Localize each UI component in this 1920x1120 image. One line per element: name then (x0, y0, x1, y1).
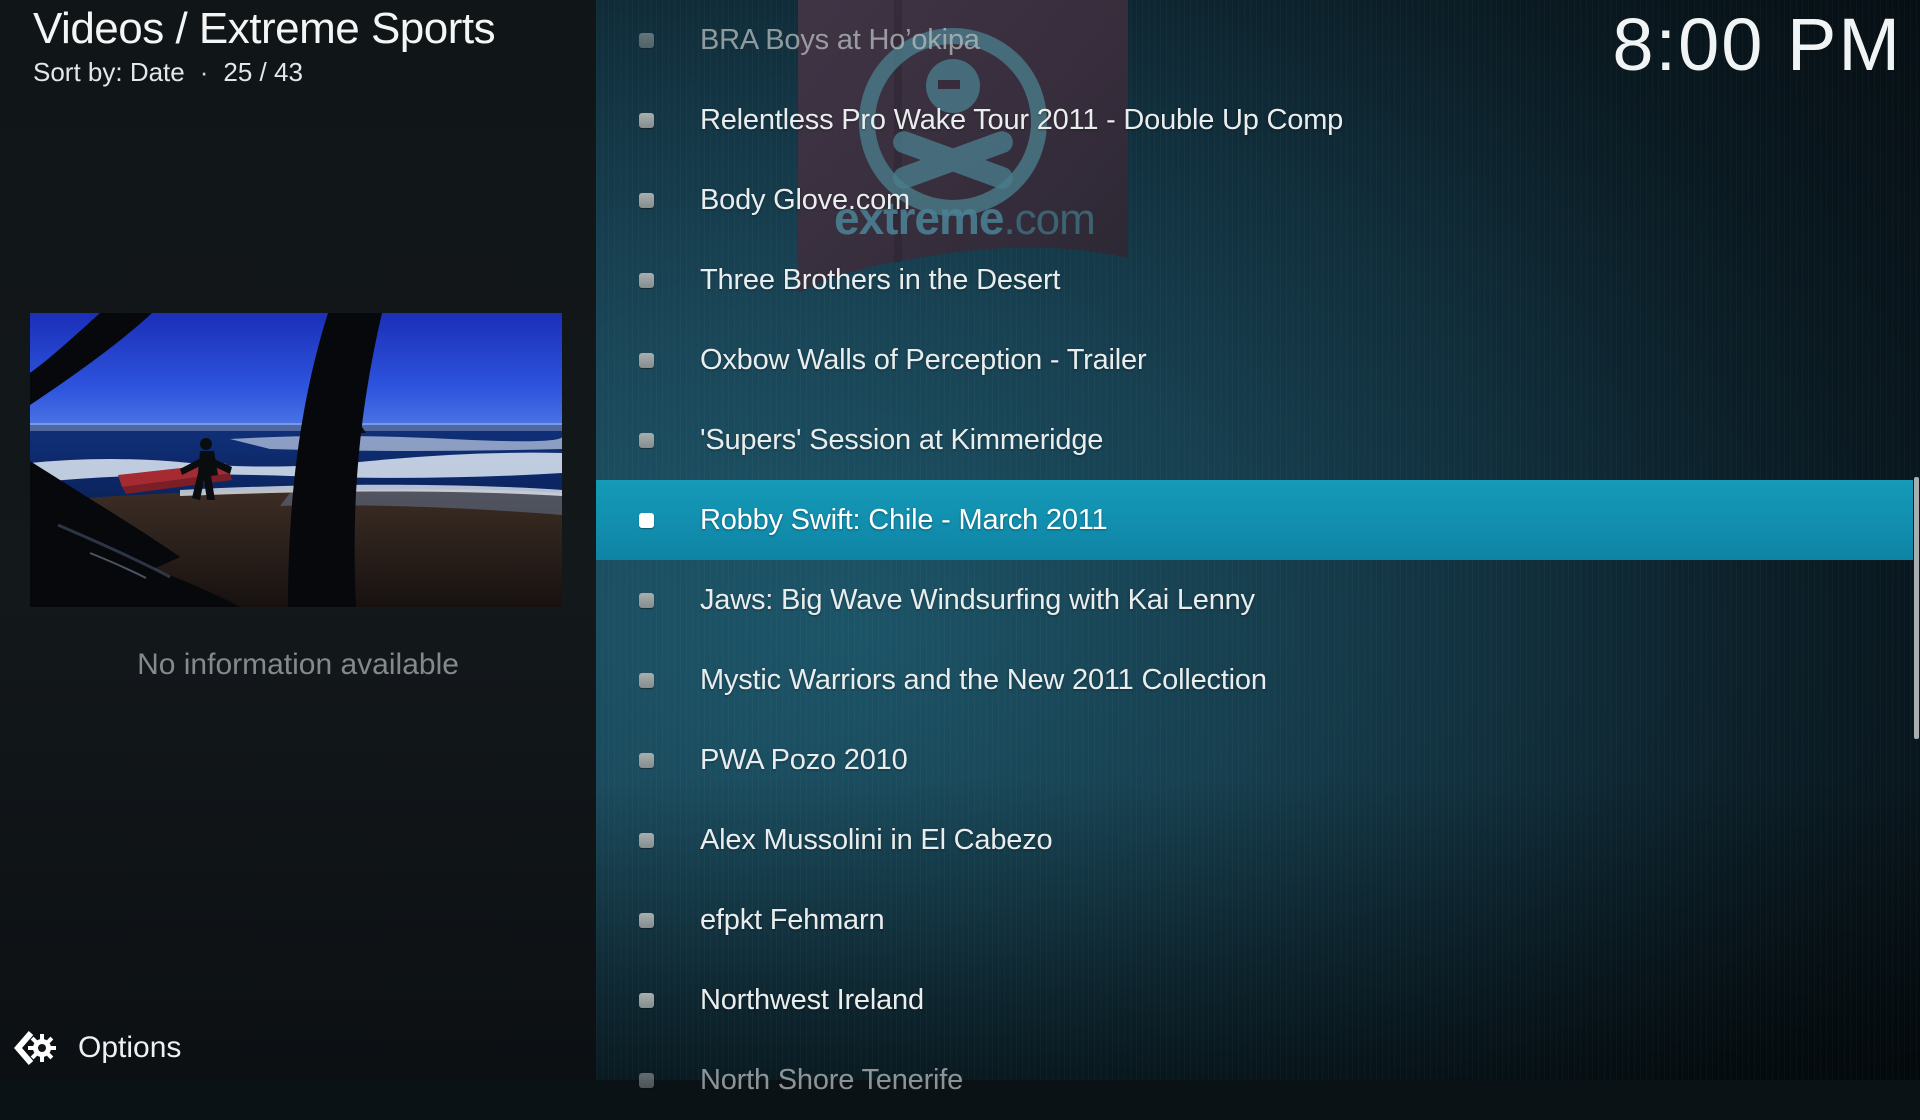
item-bullet-icon (639, 1073, 654, 1088)
item-bullet-icon (639, 993, 654, 1008)
item-bullet-icon (639, 753, 654, 768)
item-bullet-icon (639, 513, 654, 528)
list-item[interactable]: Robby Swift: Chile - March 2011 (596, 480, 1913, 560)
item-label: Robby Swift: Chile - March 2011 (700, 504, 1108, 537)
item-label: 'Supers' Session at Kimmeridge (700, 424, 1103, 457)
item-bullet-icon (639, 833, 654, 848)
clock: 8:00 PM (1612, 2, 1902, 87)
page-title: Videos / Extreme Sports (33, 4, 495, 54)
options-button[interactable]: Options (12, 1023, 181, 1073)
list-item[interactable]: North Shore Tenerife (596, 1040, 1913, 1120)
list-item[interactable]: Alex Mussolini in El Cabezo (596, 800, 1913, 880)
item-bullet-icon (639, 113, 654, 128)
item-label: PWA Pozo 2010 (700, 744, 908, 777)
item-bullet-icon (639, 33, 654, 48)
sort-line: Sort by: Date · 25 / 43 (33, 57, 303, 88)
item-label: North Shore Tenerife (700, 1064, 963, 1097)
item-bullet-icon (639, 193, 654, 208)
item-label: Relentless Pro Wake Tour 2011 - Double U… (700, 104, 1343, 137)
video-thumbnail (30, 313, 562, 607)
item-label: Northwest Ireland (700, 984, 924, 1017)
list-item[interactable]: efpkt Fehmarn (596, 880, 1913, 960)
separator-dot: · (200, 57, 209, 88)
item-label: efpkt Fehmarn (700, 904, 884, 937)
info-panel: Videos / Extreme Sports Sort by: Date · … (0, 0, 596, 1080)
item-label: Jaws: Big Wave Windsurfing with Kai Lenn… (700, 584, 1255, 617)
list-item[interactable]: 'Supers' Session at Kimmeridge (596, 400, 1913, 480)
list-item[interactable]: PWA Pozo 2010 (596, 720, 1913, 800)
scrollbar-thumb[interactable] (1914, 477, 1919, 739)
video-list: BRA Boys at Ho’okipa Relentless Pro Wake … (596, 0, 1920, 1120)
item-bullet-icon (639, 353, 654, 368)
list-item[interactable]: Three Brothers in the Desert (596, 240, 1913, 320)
options-gear-icon (12, 1026, 58, 1070)
item-bullet-icon (639, 593, 654, 608)
list-item[interactable]: Body Glove.com (596, 160, 1913, 240)
list-item[interactable]: Relentless Pro Wake Tour 2011 - Double U… (596, 80, 1913, 160)
item-bullet-icon (639, 273, 654, 288)
item-bullet-icon (639, 433, 654, 448)
windsurfer-beach-image (30, 313, 562, 607)
item-label: BRA Boys at Ho’okipa (700, 24, 980, 57)
item-position-count: 25 / 43 (223, 57, 303, 88)
list-item[interactable]: Mystic Warriors and the New 2011 Collect… (596, 640, 1913, 720)
item-label: Oxbow Walls of Perception - Trailer (700, 344, 1146, 377)
item-bullet-icon (639, 673, 654, 688)
item-bullet-icon (639, 913, 654, 928)
options-label: Options (78, 1031, 181, 1065)
item-label: Alex Mussolini in El Cabezo (700, 824, 1052, 857)
list-item[interactable]: Jaws: Big Wave Windsurfing with Kai Lenn… (596, 560, 1913, 640)
item-label: Mystic Warriors and the New 2011 Collect… (700, 664, 1267, 697)
sort-by-label[interactable]: Sort by: Date (33, 57, 185, 88)
list-item[interactable]: Northwest Ireland (596, 960, 1913, 1040)
list-item[interactable]: Oxbow Walls of Perception - Trailer (596, 320, 1913, 400)
item-label: Three Brothers in the Desert (700, 264, 1060, 297)
no-information-text: No information available (0, 648, 596, 682)
item-label: Body Glove.com (700, 184, 910, 217)
